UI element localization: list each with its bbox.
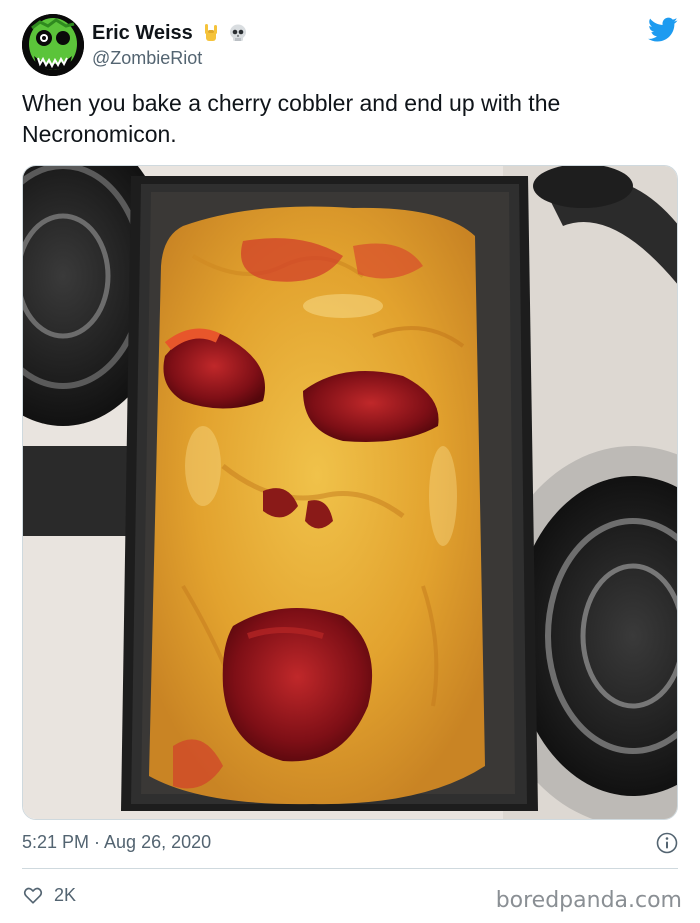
tweet-media-photo[interactable] xyxy=(22,165,678,820)
like-count: 2K xyxy=(54,884,77,905)
zombie-avatar-icon xyxy=(22,14,84,76)
tweet-card: Eric Weiss @ZombieRiot When you bake a c… xyxy=(0,0,700,923)
author-handle[interactable]: @ZombieRiot xyxy=(92,48,249,69)
info-icon[interactable] xyxy=(656,832,678,854)
tweet-timestamp[interactable]: 5:21 PM · Aug 26, 2020 xyxy=(22,832,211,853)
author-block: Eric Weiss @ZombieRiot xyxy=(92,20,249,69)
tweet-text: When you bake a cherry cobbler and end u… xyxy=(22,90,561,147)
author-name-row: Eric Weiss xyxy=(92,20,249,46)
cobbler-photo xyxy=(23,166,677,819)
twitter-bird-icon[interactable] xyxy=(648,17,678,43)
author-avatar[interactable] xyxy=(22,14,84,76)
skull-icon xyxy=(229,24,246,41)
divider xyxy=(22,868,678,869)
author-name[interactable]: Eric Weiss xyxy=(92,22,193,45)
heart-icon[interactable] xyxy=(22,884,44,906)
watermark: boredpanda.com xyxy=(495,888,682,913)
rock-hand-icon xyxy=(204,24,217,41)
like-action[interactable]: 2K xyxy=(22,884,76,906)
